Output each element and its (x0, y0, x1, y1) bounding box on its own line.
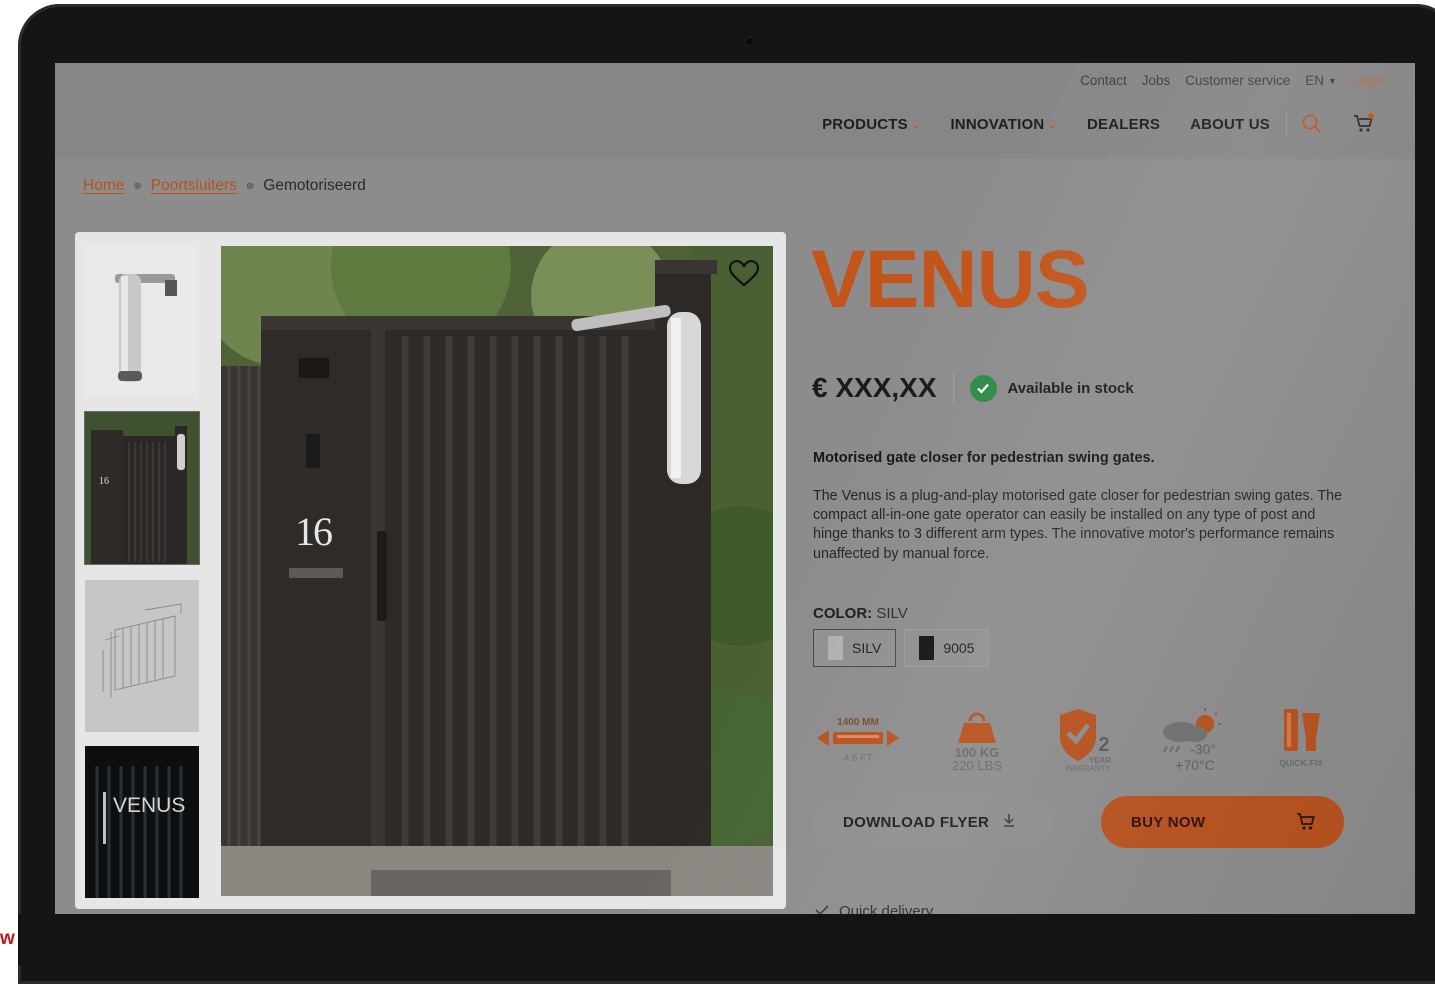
width-icon: 1400 MM 4.6 FT (817, 717, 899, 764)
width-ft-text: 4.6 FT (844, 753, 873, 764)
quick-delivery-label: Quick delivery (839, 903, 934, 914)
product-subtitle: Motorised gate closer for pedestrian swi… (813, 450, 1155, 466)
nav-about[interactable]: ABOUT US (1190, 116, 1270, 133)
price-row: € XXX,XX Available in stock (812, 371, 1134, 405)
width-feature: 1400 MM 4.6 FT (815, 703, 923, 779)
site-header: Contact Jobs Customer service EN ▼ Login … (55, 63, 1415, 159)
swatch-label: SILV (852, 640, 882, 656)
shield-icon: 2 YEAR WARRANTY (1060, 709, 1111, 773)
width-mm-text: 1400 MM (837, 717, 879, 728)
buy-now-button[interactable]: BUY NOW (1101, 796, 1344, 848)
nav-products[interactable]: PRODUCTS ⌄ (822, 116, 920, 133)
download-flyer-label: DOWNLOAD FLYER (843, 813, 990, 831)
house-number: 16 (295, 509, 333, 554)
breadcrumb-separator-icon: ⊗ (133, 180, 142, 192)
swatch-9005[interactable]: 9005 (904, 629, 990, 667)
feature-icons: 1400 MM 4.6 FT 100 KG 220 LBS 2 YEAR WAR… (815, 703, 1355, 779)
nav-innovation-label: INNOVATION (950, 115, 1045, 133)
check-icon (969, 374, 997, 402)
warranty-feature: 2 YEAR WARRANTY (1031, 703, 1139, 779)
thumbnail-drawing[interactable] (85, 580, 199, 732)
temp-low-text: -30° (1190, 741, 1216, 757)
product-gallery: 16 VENUS 16 (75, 232, 786, 909)
breadcrumb-home[interactable]: Home (83, 177, 124, 195)
stock-status: Available in stock (1007, 379, 1134, 397)
chevron-down-icon: ⌄ (1048, 119, 1057, 131)
color-chip-silv (828, 636, 843, 660)
thumbnail-brand[interactable]: VENUS (85, 746, 199, 898)
product-description: The Venus is a plug-and-play motorised g… (813, 488, 1343, 562)
tools-icon: QUICK-FIX (1279, 709, 1323, 768)
cart-icon (1296, 812, 1316, 836)
color-swatches: SILV 9005 (813, 629, 990, 667)
download-icon (1003, 813, 1015, 831)
color-selected-value: SILV (876, 605, 908, 622)
temp-high-text: +70°C (1175, 757, 1214, 773)
heart-icon[interactable] (728, 259, 760, 293)
language-selector[interactable]: EN ▼ (1305, 73, 1337, 88)
download-flyer-button[interactable]: DOWNLOAD FLYER (813, 796, 1055, 848)
weight-feature: 100 KG 220 LBS (923, 703, 1031, 779)
breadcrumb: Home ⊗ Poortsluiters ⊗ Gemotoriseerd (83, 177, 366, 195)
thumbnail-brand-text: VENUS (113, 794, 186, 817)
product-price: € XXX,XX (812, 372, 937, 403)
chevron-down-icon: ⌄ (911, 119, 921, 131)
main-nav: PRODUCTS ⌄ INNOVATION ⌄ DEALERS ABOUT US (822, 113, 1375, 135)
webcam (746, 38, 753, 45)
thumbnail-product[interactable] (85, 246, 199, 398)
laptop-bezel-bottom (18, 914, 1435, 965)
breadcrumb-current: Gemotoriseerd (263, 177, 366, 194)
weight-icon: 100 KG 220 LBS (952, 712, 1002, 773)
svg-text:16: 16 (99, 476, 109, 487)
search-icon[interactable] (1301, 113, 1323, 135)
color-label-title: COLOR: (813, 605, 873, 622)
buy-now-label: BUY NOW (1131, 813, 1206, 831)
thumbnail-gate-photo[interactable]: 16 (84, 411, 200, 565)
product-title: VENUS (811, 234, 1090, 325)
nav-products-label: PRODUCTS (822, 115, 908, 133)
swatch-silv[interactable]: SILV (813, 629, 897, 667)
login-link[interactable]: Login (1352, 73, 1385, 88)
nav-innovation[interactable]: INNOVATION ⌄ (950, 116, 1057, 133)
nav-divider (1286, 113, 1287, 135)
breadcrumb-category[interactable]: Poortsluiters (151, 177, 237, 195)
quickfix-feature: QUICK-FIX (1247, 703, 1355, 779)
color-label: COLOR: SILV (813, 605, 908, 622)
quickfix-text: QUICK-FIX (1279, 758, 1323, 768)
temperature-feature: -30° +70°C (1139, 703, 1247, 779)
customer-service-link[interactable]: Customer service (1185, 73, 1290, 88)
price-divider (952, 371, 954, 405)
quick-delivery: Quick delivery (815, 903, 933, 914)
contact-link[interactable]: Contact (1080, 73, 1127, 88)
swatch-label: 9005 (943, 640, 975, 656)
warranty-word-text: WARRANTY (1065, 764, 1111, 773)
weight-lbs-text: 220 LBS (952, 758, 1002, 773)
cart-icon[interactable] (1353, 113, 1375, 135)
color-chip-9005 (919, 636, 935, 660)
weather-icon: -30° +70°C (1163, 708, 1221, 773)
breadcrumb-separator-icon: ⊗ (245, 180, 255, 192)
check-icon (815, 903, 829, 914)
main-product-photo[interactable]: 16 (221, 246, 773, 896)
chevron-down-icon: ▼ (1328, 76, 1337, 86)
language-label: EN (1305, 73, 1325, 88)
top-utility-nav: Contact Jobs Customer service EN ▼ Login (1080, 73, 1385, 88)
brand-mark: w (0, 928, 15, 949)
browser-screen: Contact Jobs Customer service EN ▼ Login … (55, 63, 1415, 914)
warranty-years-text: 2 (1098, 734, 1109, 756)
jobs-link[interactable]: Jobs (1142, 73, 1171, 88)
nav-dealers[interactable]: DEALERS (1087, 116, 1160, 133)
